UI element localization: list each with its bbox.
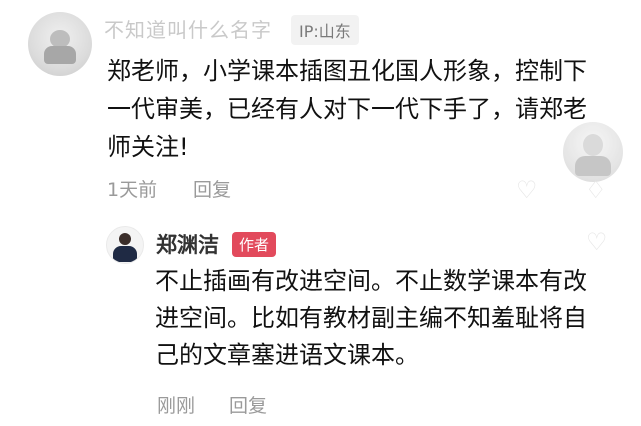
author-avatar[interactable] bbox=[106, 226, 144, 264]
comment-text: 郑老师，小学课本插图丑化国人形象，控制下一代审美，已经有人对下一代下手了，请郑老… bbox=[107, 57, 587, 161]
commenter-avatar[interactable] bbox=[28, 12, 92, 76]
author-avatar-body bbox=[113, 246, 137, 262]
author-badge: 作者 bbox=[232, 232, 277, 257]
side-avatar-head bbox=[583, 134, 603, 156]
reply-reply-button[interactable]: 回复 bbox=[229, 391, 267, 418]
side-avatar-thumbnail bbox=[563, 122, 623, 182]
author-avatar-head bbox=[119, 233, 131, 245]
heart-icon[interactable]: ♡ bbox=[586, 228, 608, 256]
commenter-username[interactable]: 不知道叫什么名字 bbox=[104, 14, 272, 43]
side-avatar-suit bbox=[575, 156, 611, 176]
author-username[interactable]: 郑渊洁 bbox=[156, 229, 219, 259]
like-icon[interactable]: ♡ bbox=[516, 176, 538, 204]
reply-button[interactable]: 回复 bbox=[193, 175, 231, 202]
comment-timestamp: 1天前 bbox=[107, 179, 158, 201]
reply-timestamp: 刚刚 bbox=[157, 395, 196, 417]
reply-text: 不止插画有改进空间。不止数学课本有改进空间。比如有教材副主编不知羞耻将自己的文章… bbox=[155, 267, 587, 369]
ip-location-badge: IP:山东 bbox=[291, 15, 359, 45]
avatar-body-shape bbox=[44, 46, 76, 64]
dislike-icon[interactable]: ♢ bbox=[585, 176, 607, 204]
